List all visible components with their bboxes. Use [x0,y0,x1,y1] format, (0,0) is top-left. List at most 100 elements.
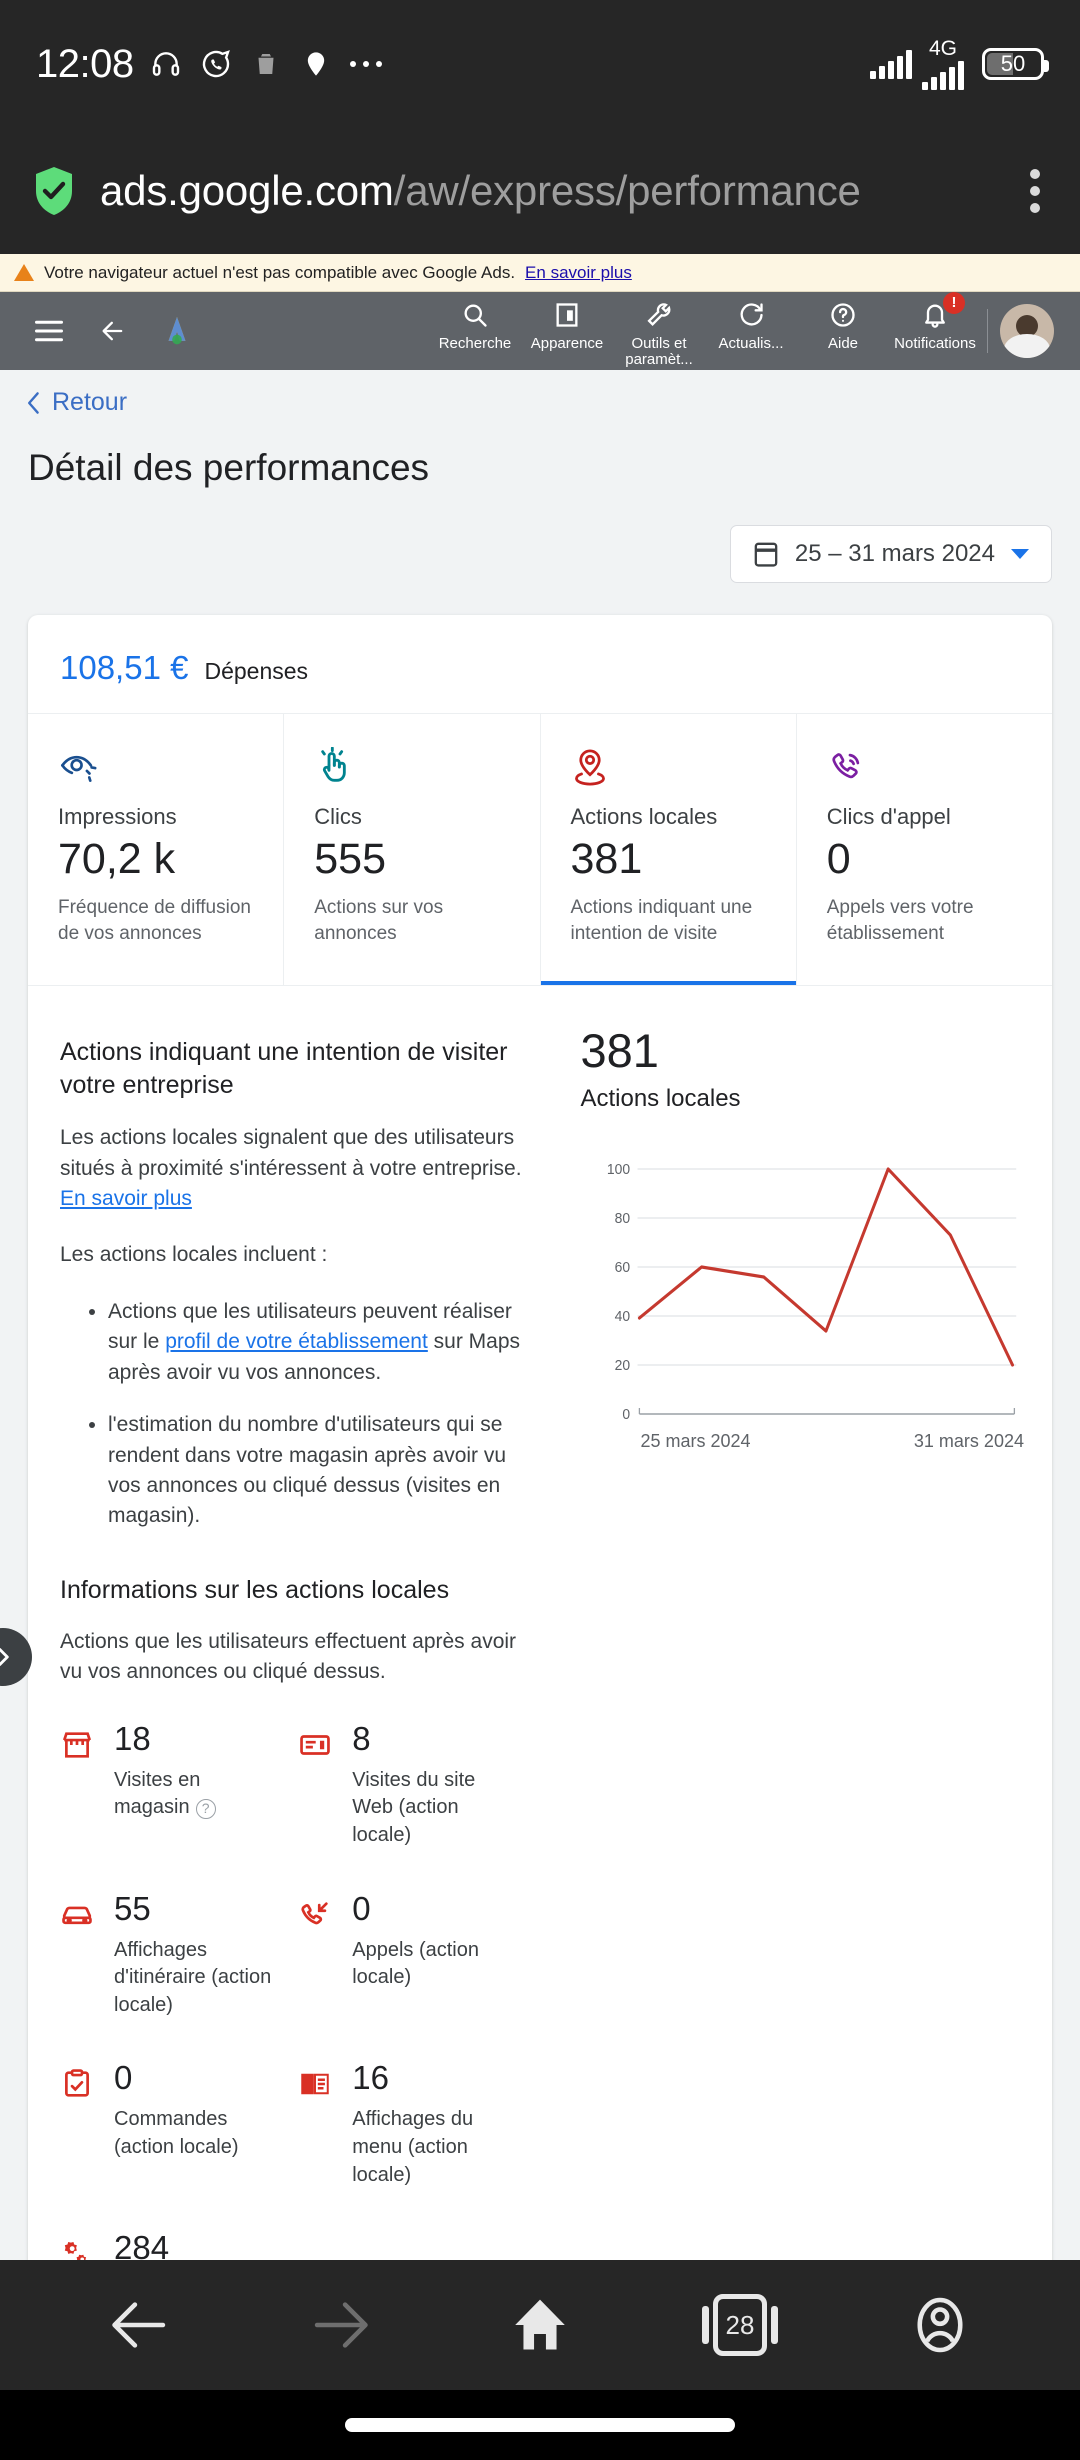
toolbar-item-outils-parametres[interactable]: Outils et paramèt... [613,295,705,368]
network-type-group: 4G [922,36,964,90]
chart-x-tick-end: 31 mars 2024 [913,1430,1024,1451]
back-link-label: Retour [52,388,128,416]
detail-paragraph: Les actions locales signalent que des ut… [60,1123,536,1214]
status-bar-right: 4G 50 [870,36,1049,90]
stat-body: 284 Autres actions locales? [114,2231,280,2260]
kpi-desc: Actions indiquant une intention de visit… [570,897,753,944]
spend-label: Dépenses [204,658,309,684]
tabs-icon: 28 [702,2294,778,2356]
nav-home-button[interactable] [498,2283,582,2367]
stat-value: 0 [352,1889,371,1927]
svg-text:80: 80 [615,1210,630,1227]
stat-label: Visites en magasin [114,1768,201,1819]
toolbar-item-notifications[interactable]: ! Notifications [889,291,981,352]
stat-label: Affichages du menu (action locale) [352,2108,474,2186]
svg-text:100: 100 [607,1161,630,1178]
nav-back-button[interactable] [98,2283,182,2367]
forward-arrow-icon [314,2302,368,2348]
status-bar-left: 12:08 [36,42,384,87]
clipboard-check-icon [60,2067,96,2103]
toolbar-item-recherche[interactable]: Recherche [429,295,521,352]
detail-learn-more-link[interactable]: En savoir plus [60,1187,192,1210]
toolbar-item-label: Aide [827,334,859,352]
click-hand-icon [314,744,515,790]
phone-incoming-icon [298,1898,334,1934]
back-arrow-icon [112,2302,166,2348]
avatar[interactable] [1000,304,1054,358]
browser-bottom-nav: 28 [0,2260,1080,2390]
stat-visites-en-magasin: 18 Visites en magasin? [60,1722,298,1850]
detail-paragraph-text: Les actions locales signalent que des ut… [60,1126,522,1180]
business-profile-link[interactable]: profil de votre établissement [165,1330,428,1353]
more-dots-icon [348,46,384,82]
back-link[interactable]: Retour [0,370,1080,417]
detail-section: Actions indiquant une intention de visit… [28,984,1052,2260]
toolbar-divider [987,309,988,353]
nav-forward-button[interactable] [298,2283,382,2367]
kpi-row: Impressions 70,2 k Fréquence de diffusio… [28,713,1052,985]
kpi-card-clics-appel[interactable]: Clics d'appel 0 Appels vers votre établi… [797,714,1052,985]
toolbar-item-apparence[interactable]: Apparence [521,295,613,352]
car-directions-icon [60,1898,96,1934]
toolbar-item-label: Outils et paramèt... [625,334,693,368]
nav-tabs-button[interactable]: 28 [698,2283,782,2367]
local-info-heading: Informations sur les actions locales [60,1575,450,1604]
home-icon [515,2299,565,2350]
google-ads-toolbar: Recherche Apparence Outils et paramèt...… [0,291,1080,370]
chart-total-value: 381 [580,1023,659,1077]
stat-label: Appels (action locale) [352,1938,479,1989]
stat-autres-actions-locales: 284 Autres actions locales? [60,2231,298,2260]
svg-text:60: 60 [615,1259,630,1276]
chart-gridlines [638,1168,1017,1366]
battery-indicator: 50 [982,48,1049,80]
kpi-name: Actions locales [570,804,718,829]
kpi-name: Impressions [58,804,177,829]
toolbar-item-actualiser[interactable]: Actualis... [705,295,797,352]
list-item: Actions que les utilisateurs peuvent réa… [108,1297,536,1388]
help-circle-icon[interactable]: ? [195,1799,216,1820]
website-card-icon [298,1728,334,1764]
warning-triangle-icon [14,264,34,281]
stat-affichages-menu: 16 Affichages du menu (action locale) [298,2061,536,2189]
eye-impressions-icon [58,744,259,790]
status-bar: 12:08 4G 50 [0,0,1080,128]
menu-book-icon [298,2067,334,2103]
performance-card: 108,51 € Dépenses Impressions 70,2 k Fré… [28,615,1052,2260]
kpi-card-actions-locales[interactable]: Actions locales 381 Actions indiquant un… [541,714,797,985]
date-range-picker[interactable]: 25 – 31 mars 2024 [729,525,1052,583]
signal-bars-icon-2 [922,60,964,90]
toolbar-item-aide[interactable]: Aide [797,295,889,352]
svg-text:20: 20 [615,1357,630,1374]
kpi-card-clics[interactable]: Clics 555 Actions sur vos annonces [284,714,541,985]
stat-body: 8 Visites du site Web (action locale) [352,1722,518,1850]
browser-url-bar[interactable]: ads.google.com/aw/express/performance [0,128,1080,254]
date-range-value: 25 – 31 mars 2024 [794,540,995,567]
local-stats-grid: 18 Visites en magasin? 8 Visites du site… [60,1722,536,2260]
page-title: Détail des performances [28,447,430,488]
signal-bars-icon-1 [870,49,912,79]
chevron-down-icon [1011,549,1029,559]
toolbar-item-label: Actualis... [718,334,784,352]
nav-account-button[interactable] [898,2283,982,2367]
kpi-card-impressions[interactable]: Impressions 70,2 k Fréquence de diffusio… [28,714,285,985]
gears-icon [60,2237,96,2260]
chart-x-axis [639,1407,1016,1415]
kebab-menu-icon[interactable] [1030,169,1040,213]
network-type-label: 4G [928,36,957,60]
url-text[interactable]: ads.google.com/aw/express/performance [100,167,1008,215]
stat-body: 18 Visites en magasin? [114,1722,280,1850]
google-ads-logo-icon[interactable] [160,314,194,348]
chart-column: 381 Actions locales 100 80 60 40 20 0 25… [560,1020,1052,2260]
stat-commandes: 0 Commandes (action locale) [60,2061,298,2189]
kpi-name: Clics [314,804,362,829]
detail-heading: Actions indiquant une intention de visit… [60,1037,508,1100]
chevron-right-icon [0,1648,9,1666]
kpi-value: 555 [314,835,386,883]
stat-body: 55 Affichages d'itinéraire (action local… [114,1892,280,2020]
stat-body: 16 Affichages du menu (action locale) [352,2061,518,2189]
hamburger-menu-icon[interactable] [32,314,66,348]
help-circle-icon [829,299,857,331]
arrow-left-icon[interactable] [96,314,130,348]
warning-learn-more-link[interactable]: En savoir plus [525,263,632,283]
stat-value: 16 [352,2059,389,2097]
